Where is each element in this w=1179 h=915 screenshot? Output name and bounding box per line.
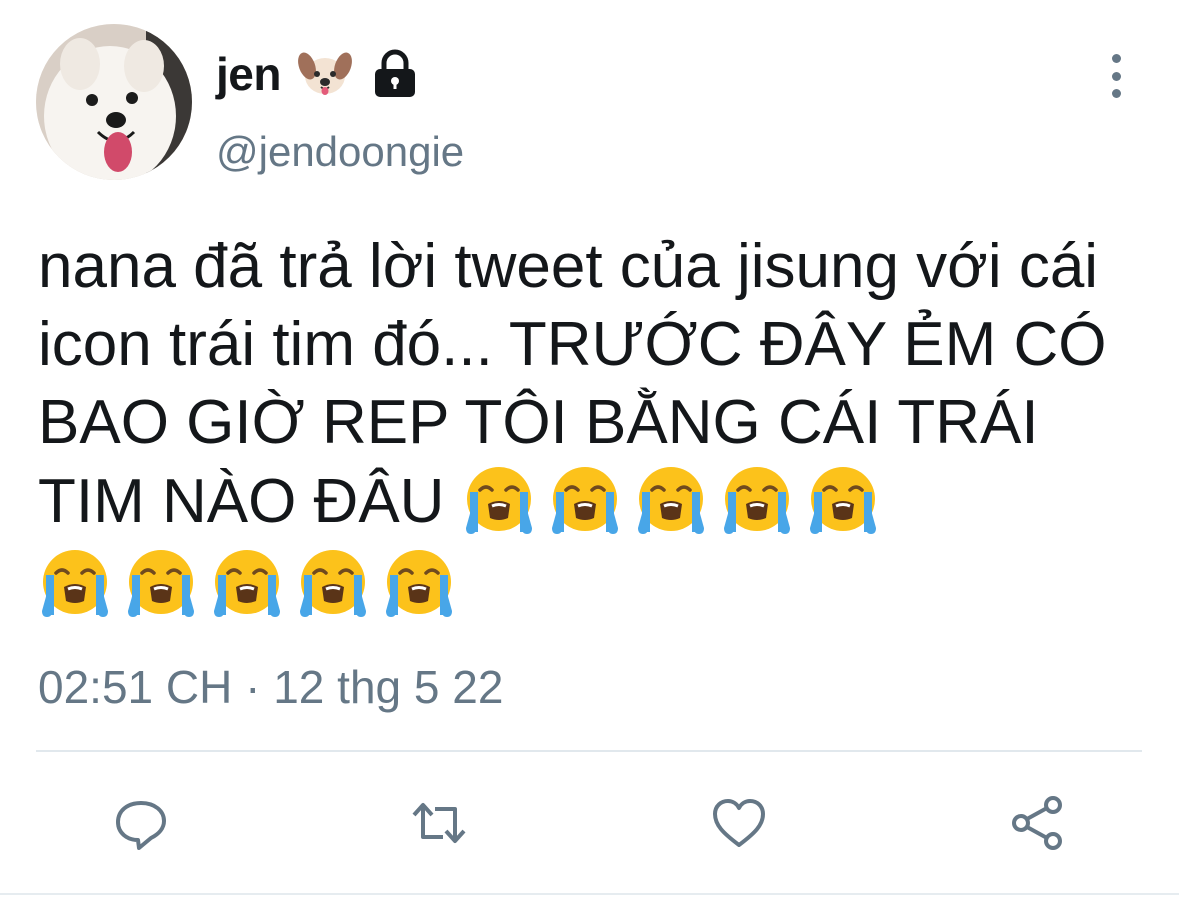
bottom-divider bbox=[0, 893, 1179, 895]
loudly-crying-face-icon bbox=[126, 548, 196, 619]
tweet-text: nana đã trả lời tweet của jisung với cái… bbox=[38, 228, 1148, 619]
dot-icon bbox=[1111, 71, 1121, 81]
share-icon bbox=[1012, 796, 1062, 850]
avatar[interactable] bbox=[36, 24, 192, 180]
action-bar bbox=[0, 790, 1179, 860]
dog-face-icon bbox=[295, 44, 355, 104]
reply-icon bbox=[116, 801, 166, 850]
more-options-button[interactable] bbox=[1096, 54, 1136, 98]
loudly-crying-face-icon bbox=[807, 465, 878, 536]
dot-icon bbox=[1111, 89, 1121, 98]
emoji-group-2 bbox=[38, 545, 1148, 619]
retweet-icon bbox=[412, 803, 466, 843]
dot-icon bbox=[1111, 54, 1121, 63]
avatar-image bbox=[36, 24, 192, 180]
reply-button[interactable] bbox=[108, 790, 174, 856]
loudly-crying-face-icon bbox=[384, 548, 454, 619]
divider bbox=[36, 750, 1142, 752]
loudly-crying-face-icon bbox=[549, 465, 620, 536]
emoji-group-1 bbox=[462, 462, 880, 536]
tweet-timestamp[interactable]: 02:51 CH · 12 thg 5 22 bbox=[38, 660, 503, 714]
retweet-button[interactable] bbox=[406, 790, 472, 856]
like-button[interactable] bbox=[706, 790, 772, 856]
lock-icon bbox=[369, 48, 421, 100]
tweet-detail: jen @jendoongie nana đã trả lời tweet củ… bbox=[0, 0, 1179, 915]
loudly-crying-face-icon bbox=[298, 548, 368, 619]
loudly-crying-face-icon bbox=[463, 465, 534, 536]
loudly-crying-face-icon bbox=[212, 548, 282, 619]
loudly-crying-face-icon bbox=[635, 465, 706, 536]
display-name[interactable]: jen bbox=[216, 47, 281, 101]
loudly-crying-face-icon bbox=[721, 465, 792, 536]
user-handle[interactable]: @jendoongie bbox=[216, 128, 464, 176]
share-button[interactable] bbox=[1004, 790, 1070, 856]
display-name-row: jen bbox=[216, 44, 421, 104]
loudly-crying-face-icon bbox=[40, 548, 110, 619]
heart-icon bbox=[713, 799, 765, 847]
